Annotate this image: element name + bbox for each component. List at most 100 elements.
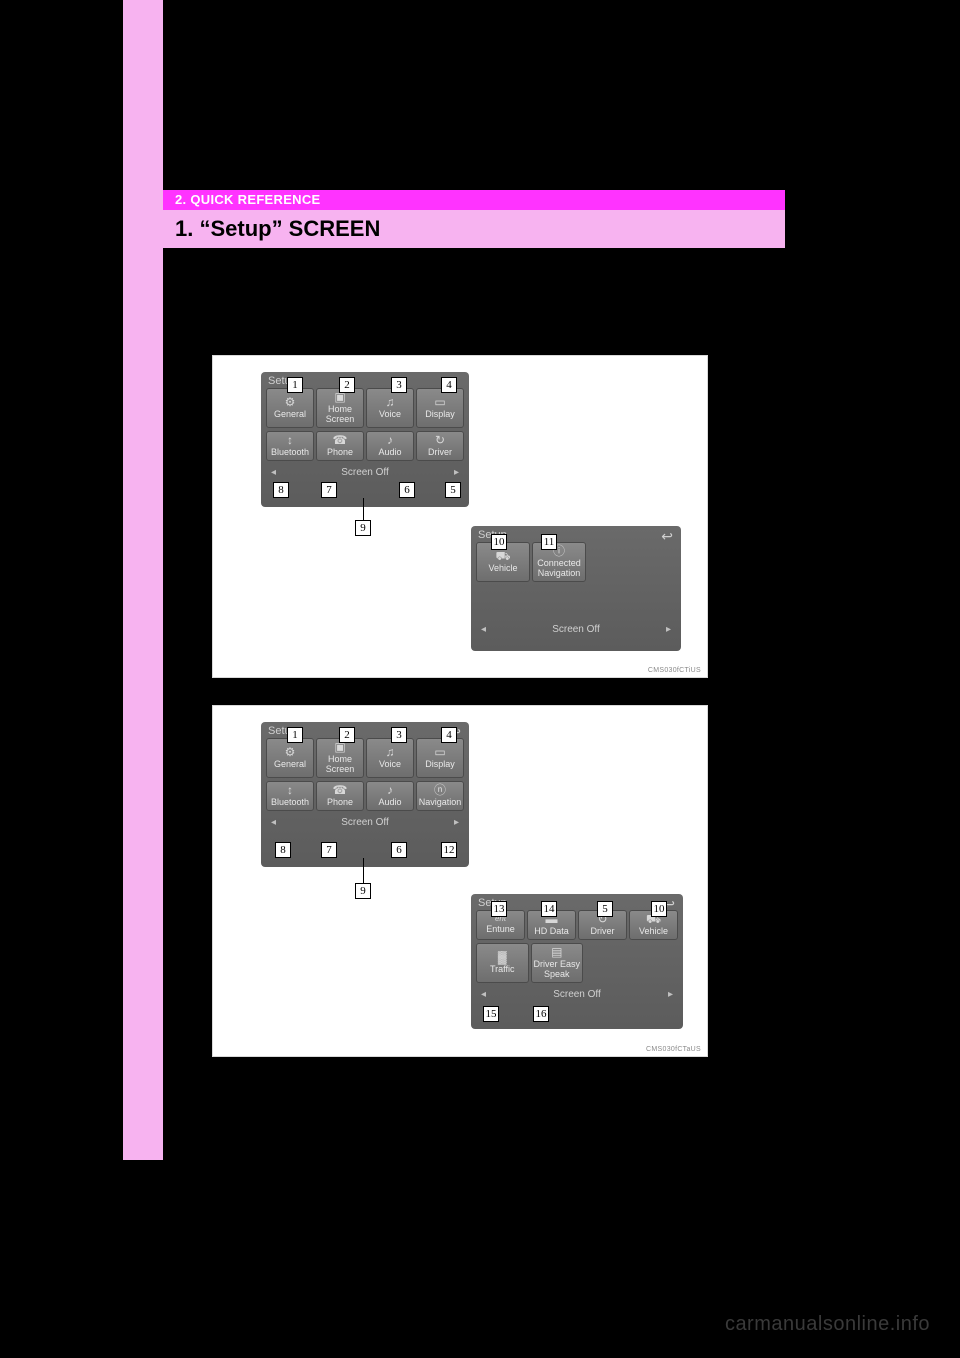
leader-line [363, 498, 364, 520]
bluetooth-button[interactable]: ↕Bluetooth [266, 431, 314, 461]
button-label: Driver [428, 447, 452, 457]
callout-5: 5 [445, 482, 461, 498]
callout-6: 6 [391, 842, 407, 858]
bluetooth-button[interactable]: ↕Bluetooth [266, 781, 314, 811]
button-label: HD Data [534, 926, 569, 936]
button-row: ⚙General ▣Home Screen ♫Voice ▭Display [261, 738, 469, 781]
display-button[interactable]: ▭Display [416, 388, 464, 428]
traffic-icon: ▓ [498, 951, 507, 963]
callout-11: 11 [541, 534, 557, 550]
callout-1: 1 [287, 727, 303, 743]
button-row: ↕Bluetooth ☎Phone ♪Audio ⓝNavigation [261, 781, 469, 814]
callout-1: 1 [287, 377, 303, 393]
driver-easy-speak-button[interactable]: ▤Driver Easy Speak [531, 943, 584, 983]
button-label: Navigation [419, 797, 462, 807]
page-right-icon[interactable]: ▸ [454, 817, 459, 828]
home-screen-button[interactable]: ▣Home Screen [316, 388, 364, 428]
callout-10: 10 [651, 901, 667, 917]
screenshot-a: Setup ⚙General ▣Home Screen ♫Voice ▭Disp… [212, 355, 708, 678]
callout-9: 9 [355, 520, 371, 536]
setup-panel-b1: Setup ↩ ⚙General ▣Home Screen ♫Voice ▭Di… [261, 722, 469, 867]
button-label: Home Screen [317, 404, 363, 424]
page-right-icon[interactable]: ▸ [666, 624, 671, 635]
callout-3: 3 [391, 377, 407, 393]
screen-off-button[interactable]: Screen Off [552, 624, 600, 635]
callout-7: 7 [321, 842, 337, 858]
navigation-icon: ⓝ [434, 784, 446, 796]
callout-14: 14 [541, 901, 557, 917]
vehicle-icon: ⛟ [495, 550, 510, 562]
button-label: General [274, 409, 306, 419]
screenshot-b: Setup ↩ ⚙General ▣Home Screen ♫Voice ▭Di… [212, 705, 708, 1057]
home-screen-button[interactable]: ▣Home Screen [316, 738, 364, 778]
navigation-button[interactable]: ⓝNavigation [416, 781, 464, 811]
traffic-button[interactable]: ▓Traffic [476, 943, 529, 983]
chapter-bar: 2. QUICK REFERENCE [163, 190, 785, 210]
button-label: Phone [327, 447, 353, 457]
button-label: Entune [486, 924, 515, 934]
callout-2: 2 [339, 727, 355, 743]
general-button[interactable]: ⚙General [266, 738, 314, 778]
spacer [471, 585, 681, 621]
callout-8: 8 [275, 842, 291, 858]
driver-button[interactable]: ↻Driver [416, 431, 464, 461]
page-left-icon[interactable]: ◂ [481, 624, 486, 635]
phone-button[interactable]: ☎Phone [316, 431, 364, 461]
driver-icon: ↻ [435, 434, 445, 446]
callout-4: 4 [441, 377, 457, 393]
callout-10: 10 [491, 534, 507, 550]
callout-6: 6 [399, 482, 415, 498]
general-button[interactable]: ⚙General [266, 388, 314, 428]
screen-off-button[interactable]: Screen Off [341, 467, 389, 478]
display-button[interactable]: ▭Display [416, 738, 464, 778]
page-left-icon[interactable]: ◂ [271, 467, 276, 478]
leader-line [363, 858, 364, 883]
voice-button[interactable]: ♫Voice [366, 738, 414, 778]
voice-button[interactable]: ♫Voice [366, 388, 414, 428]
bottom-bar: ◂ Screen Off ▸ [471, 986, 683, 1005]
screen-off-button[interactable]: Screen Off [553, 989, 601, 1000]
left-margin-stripe [123, 0, 163, 1160]
callout-3: 3 [391, 727, 407, 743]
button-label: Vehicle [639, 926, 668, 936]
button-label: Connected Navigation [533, 558, 585, 578]
button-row: ↕Bluetooth ☎Phone ♪Audio ↻Driver [261, 431, 469, 464]
page-left-icon[interactable]: ◂ [481, 989, 486, 1000]
phone-icon: ☎ [333, 434, 348, 446]
bluetooth-icon: ↕ [287, 434, 293, 446]
button-label: Display [425, 409, 455, 419]
driver-easy-speak-icon: ▤ [551, 946, 562, 958]
callout-9: 9 [355, 883, 371, 899]
display-icon: ▭ [434, 746, 445, 758]
image-code: CMS030fCTiUS [648, 667, 701, 674]
bottom-bar: ◂ Screen Off ▸ [261, 814, 469, 833]
button-label: Driver [591, 926, 615, 936]
button-label: Phone [327, 797, 353, 807]
callout-8: 8 [273, 482, 289, 498]
phone-button[interactable]: ☎Phone [316, 781, 364, 811]
page: 2. QUICK REFERENCE 1. “Setup” SCREEN Set… [0, 0, 960, 1358]
button-label: Audio [378, 447, 401, 457]
callout-7: 7 [321, 482, 337, 498]
back-icon[interactable]: ↩ [661, 528, 673, 545]
button-label: Traffic [490, 964, 515, 974]
callout-2: 2 [339, 377, 355, 393]
callout-12: 12 [441, 842, 457, 858]
bottom-bar: ◂ Screen Off ▸ [471, 621, 681, 640]
page-left-icon[interactable]: ◂ [271, 817, 276, 828]
audio-button[interactable]: ♪Audio [366, 431, 414, 461]
voice-icon: ♫ [386, 396, 395, 408]
voice-icon: ♫ [386, 746, 395, 758]
bottom-bar: ◂ Screen Off ▸ [261, 464, 469, 483]
page-right-icon[interactable]: ▸ [454, 467, 459, 478]
screen-off-button[interactable]: Screen Off [341, 817, 389, 828]
page-right-icon[interactable]: ▸ [668, 989, 673, 1000]
audio-note-icon: ♪ [387, 784, 393, 796]
button-label: Bluetooth [271, 447, 309, 457]
audio-button[interactable]: ♪Audio [366, 781, 414, 811]
audio-note-icon: ♪ [387, 434, 393, 446]
button-label: Display [425, 759, 455, 769]
callout-13: 13 [491, 901, 507, 917]
button-row: ▓Traffic ▤Driver Easy Speak [471, 943, 683, 986]
phone-icon: ☎ [333, 784, 348, 796]
